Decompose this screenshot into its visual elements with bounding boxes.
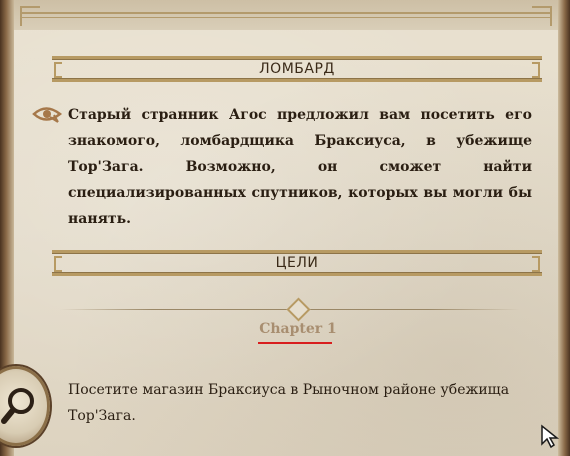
goals-title: ЦЕЛИ [275, 255, 319, 271]
header-rule [52, 272, 542, 276]
chapter-label[interactable]: Chapter 1 [258, 321, 338, 337]
frame-corner [532, 6, 552, 26]
pawnshop-header: ЛОМБАРД [52, 56, 542, 82]
frame-corner [20, 6, 40, 26]
quest-description: Старый странник Агос предложил вам посет… [68, 107, 532, 227]
eye-icon [32, 107, 62, 123]
header-rule [52, 78, 542, 82]
frame-line [20, 12, 552, 14]
page-right-edge [558, 0, 570, 456]
top-ornament-frame [14, 0, 558, 30]
objective-text: Посетите магазин Браксиуса в Рыночном ра… [68, 382, 510, 424]
magnifier-icon [1, 388, 34, 424]
header-rule [52, 56, 542, 60]
cursor-icon [541, 424, 560, 449]
pawnshop-title: ЛОМБАРД [259, 61, 335, 77]
header-rule [52, 250, 542, 254]
frame-line [20, 17, 552, 18]
goals-header: ЦЕЛИ [52, 250, 542, 276]
chapter-underline [258, 342, 332, 344]
